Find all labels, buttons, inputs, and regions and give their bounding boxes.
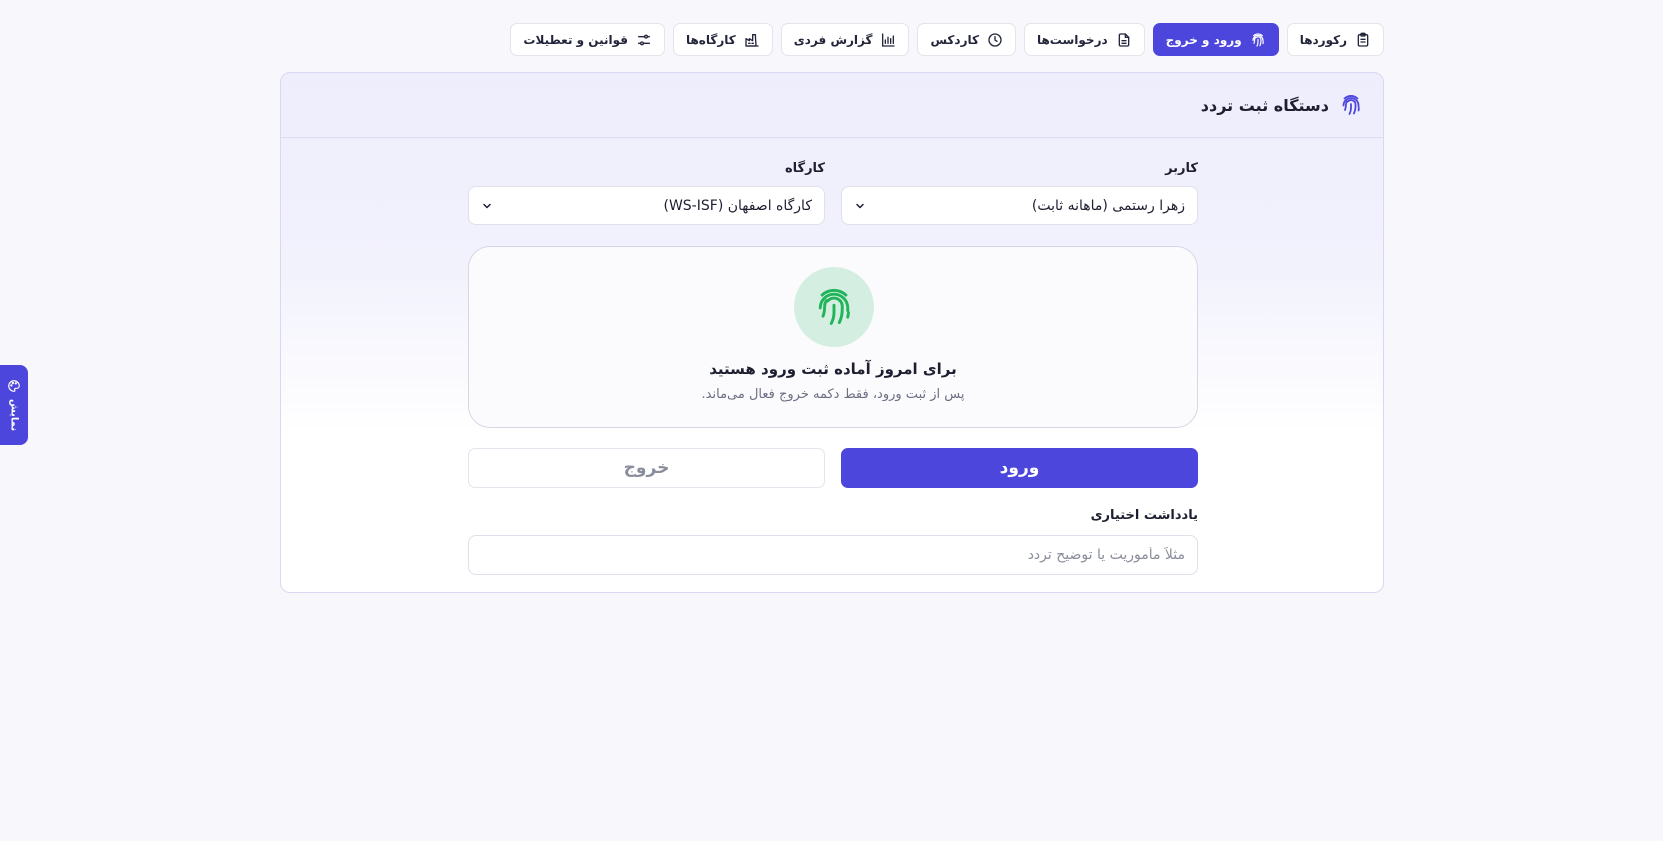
check-in-button[interactable]: ورود [841, 448, 1198, 488]
clock-icon [988, 32, 1002, 47]
status-panel: برای امروز آماده ثبت ورود هستید پس از ثب… [468, 246, 1198, 428]
chevron-down-icon [483, 203, 491, 208]
theme-side-tab-label: نمایش [8, 398, 20, 432]
tab-requests[interactable]: درخواست‌ها [1023, 23, 1145, 56]
tab-records[interactable]: رکوردها [1286, 23, 1384, 56]
tab-kardex[interactable]: کاردکس [917, 23, 1016, 56]
tab-check-in-out-label: ورود و خروج [1165, 32, 1242, 47]
tab-rules-holidays-label: قوانین و تعطیلات [523, 32, 628, 47]
user-select[interactable]: زهرا رستمی (ماهانه ثابت) [841, 186, 1198, 225]
main-nav: رکوردها ورود و خروج درخواست‌ها کاردکس گز… [510, 23, 1384, 56]
user-select-value: زهرا رستمی (ماهانه ثابت) [1031, 197, 1185, 214]
status-subtitle: پس از ثبت ورود، فقط دکمه خروج فعال می‌ما… [701, 387, 965, 402]
chevron-down-icon [856, 203, 864, 208]
tab-personal-report-label: گزارش فردی [793, 32, 873, 47]
fingerprint-icon [818, 288, 850, 325]
status-title: برای امروز آماده ثبت ورود هستید [709, 360, 957, 378]
workshop-select[interactable]: کارگاه اصفهان (WS-ISF) [468, 186, 825, 225]
workshop-select-value: کارگاه اصفهان (WS-ISF) [663, 197, 812, 214]
tab-records-label: رکوردها [1299, 32, 1347, 47]
fingerprint-icon [1252, 32, 1264, 47]
clipboard-icon [1357, 32, 1369, 47]
factory-icon [745, 33, 759, 47]
attendance-device-card: دستگاه ثبت تردد کاربر زهرا رستمی (ماهانه… [280, 72, 1384, 593]
tab-personal-report[interactable]: گزارش فردی [780, 23, 910, 56]
theme-side-tab[interactable]: نمایش [0, 365, 28, 445]
sliders-icon [637, 34, 650, 45]
tab-rules-holidays[interactable]: قوانین و تعطیلات [510, 23, 665, 56]
check-out-button[interactable]: خروج [468, 448, 825, 488]
tab-workshops[interactable]: کارگاه‌ها [672, 23, 773, 56]
palette-icon [8, 380, 20, 392]
workshop-label: کارگاه [784, 161, 825, 176]
status-icon-badge [794, 267, 874, 347]
tab-workshops-label: کارگاه‌ها [685, 32, 736, 47]
note-input[interactable] [468, 535, 1198, 575]
document-icon [1118, 32, 1129, 47]
tab-check-in-out[interactable]: ورود و خروج [1152, 23, 1279, 56]
card-title: دستگاه ثبت تردد [1200, 95, 1329, 115]
tab-kardex-label: کاردکس [930, 32, 979, 47]
tab-requests-label: درخواست‌ها [1036, 32, 1108, 47]
bar-chart-icon [882, 32, 896, 47]
user-label: کاربر [1165, 161, 1198, 176]
fingerprint-icon [1342, 95, 1360, 115]
card-header: دستگاه ثبت تردد [281, 73, 1383, 138]
note-label: یادداشت اختیاری [1090, 508, 1198, 523]
